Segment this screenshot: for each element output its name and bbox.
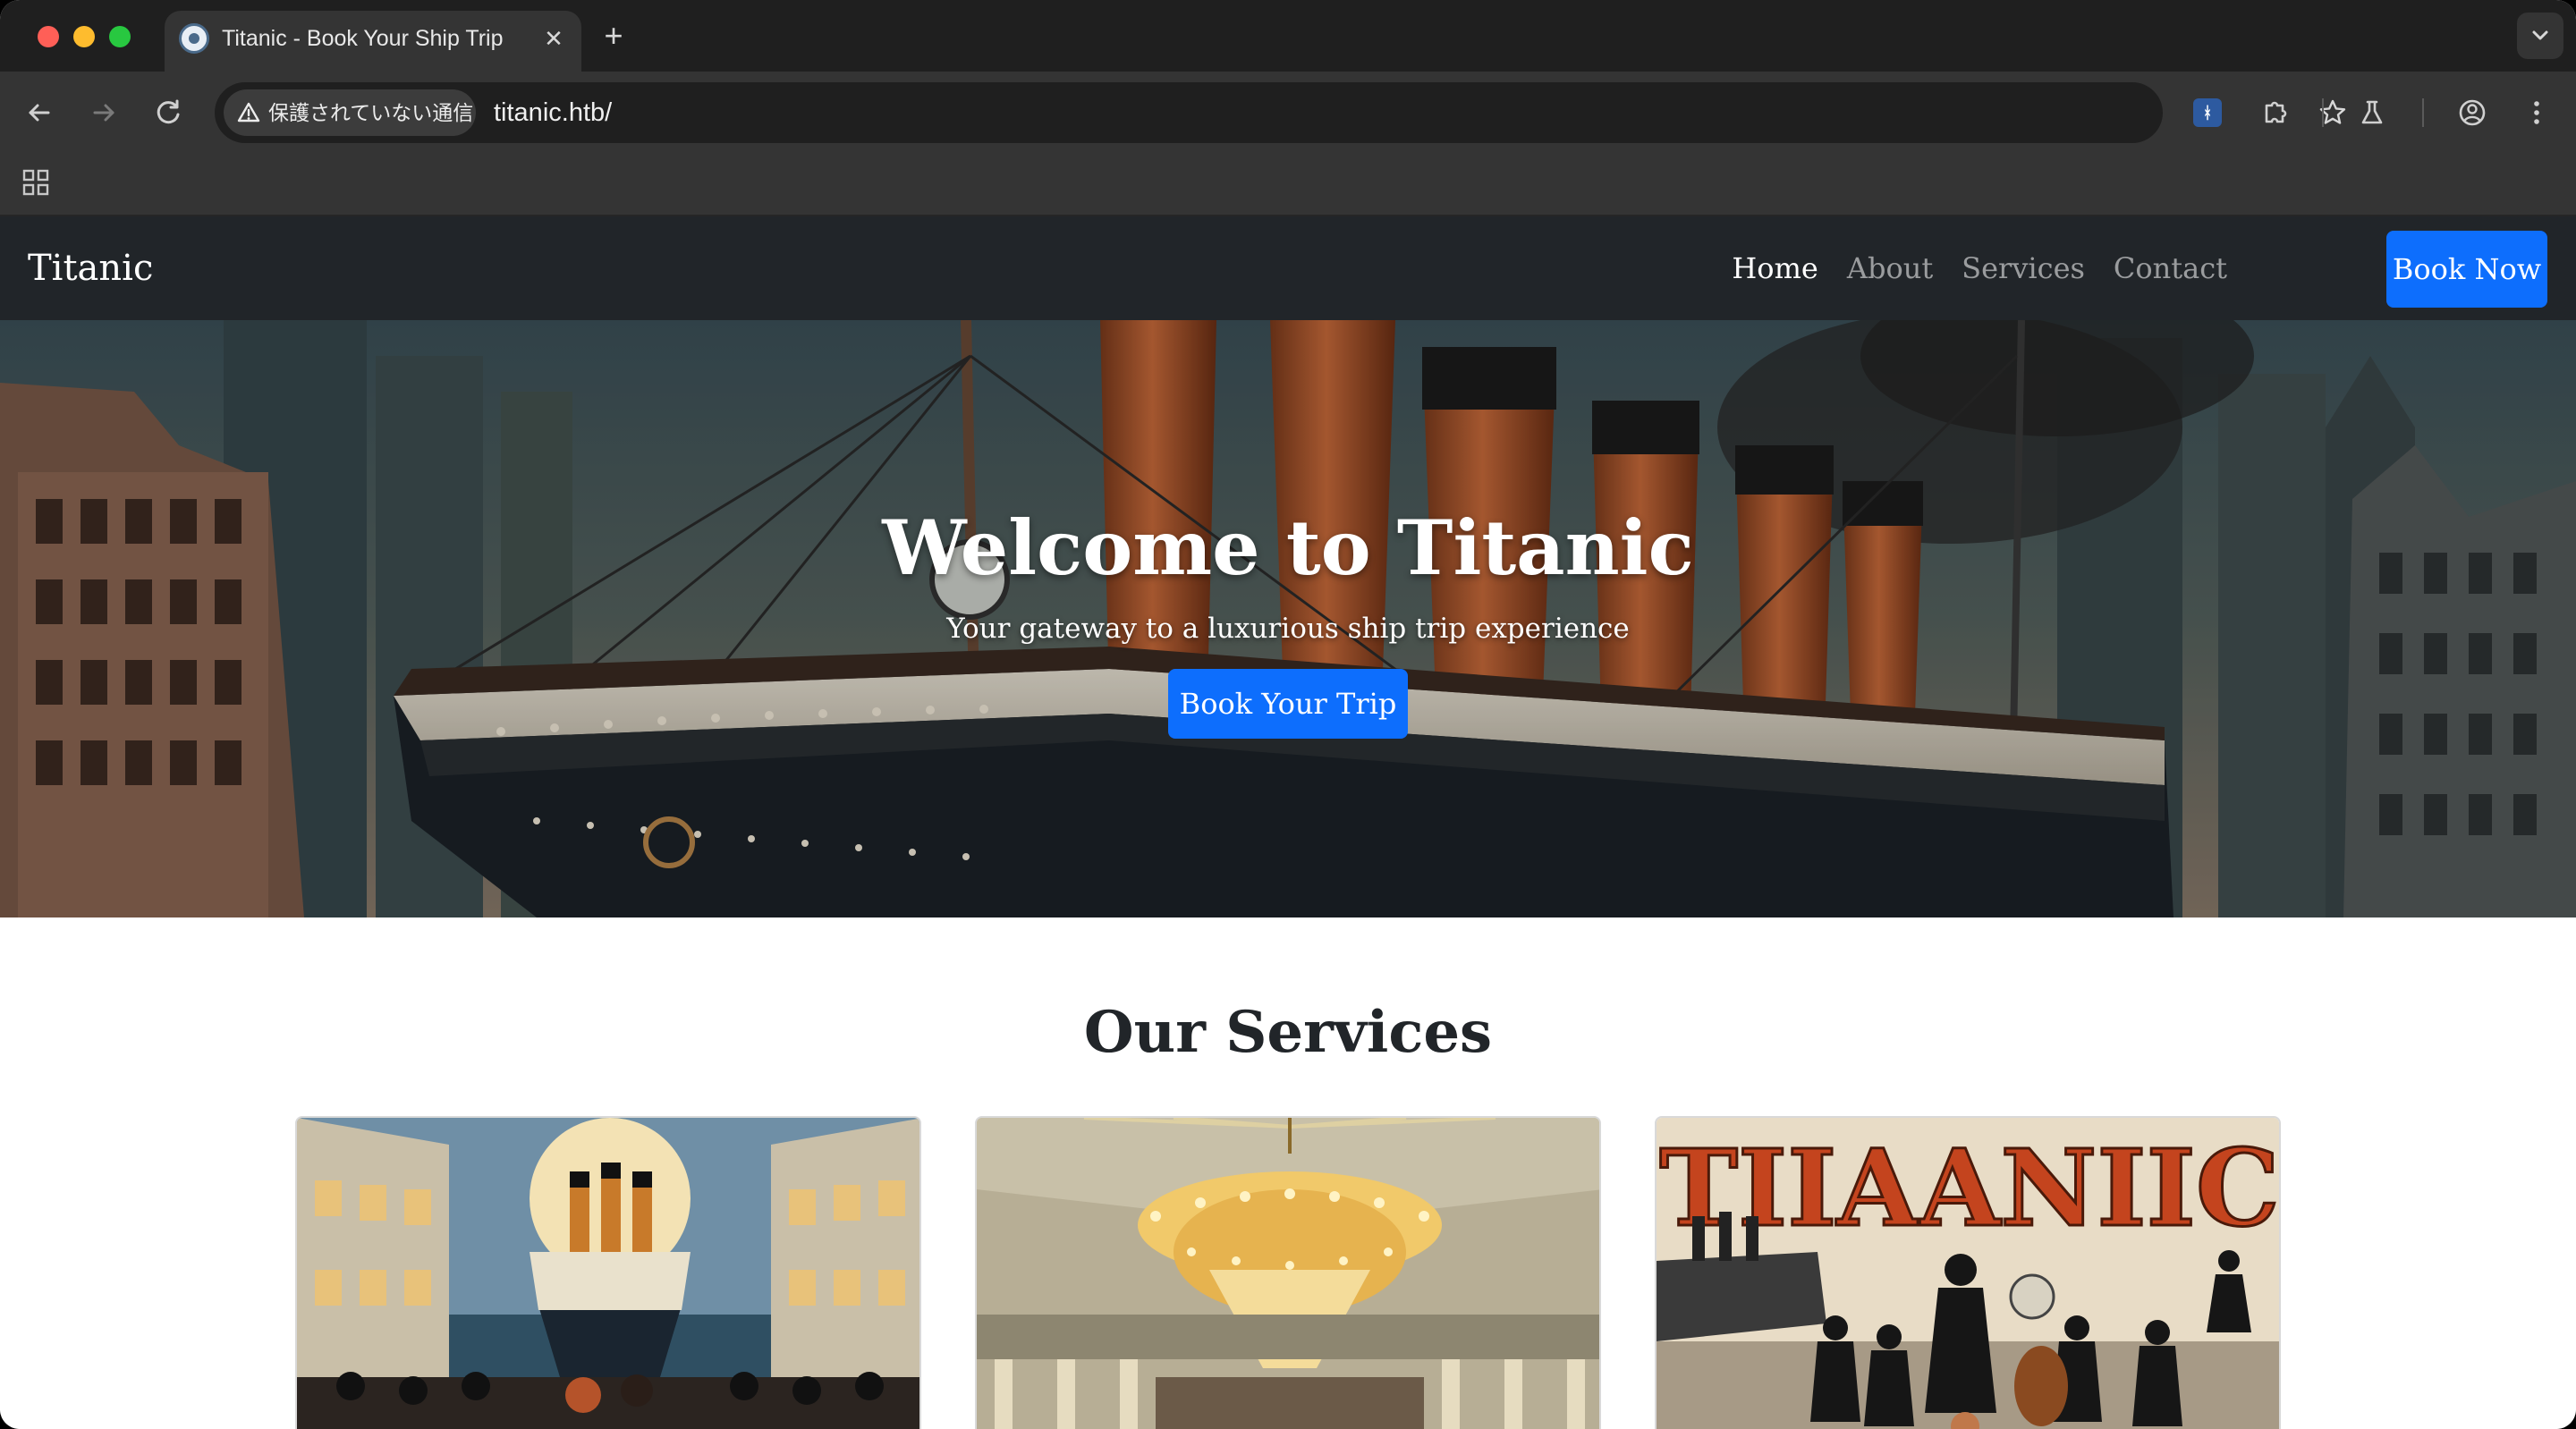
arrow-right-icon xyxy=(93,104,114,122)
new-tab-button[interactable]: + xyxy=(594,16,633,55)
nav-services[interactable]: Services xyxy=(1962,241,2085,295)
account-circle-icon xyxy=(2459,99,2486,126)
reload-button[interactable] xyxy=(147,91,190,134)
favicon-icon xyxy=(179,23,209,54)
toolbar-divider xyxy=(2322,98,2324,127)
tab-title: Titanic - Book Your Ship Trip xyxy=(222,26,504,51)
tab-strip: Titanic - Book Your Ship Trip ✕ + xyxy=(0,0,2576,72)
hero-subtitle: Your gateway to a luxurious ship trip ex… xyxy=(946,613,1630,645)
maximize-window-button[interactable] xyxy=(109,26,131,47)
address-bar[interactable]: 保護されていない通信 titanic.htb/ xyxy=(215,82,2346,143)
security-label: 保護されていない通信 xyxy=(268,101,474,124)
services-heading: Our Services xyxy=(1083,999,1493,1066)
labs-button[interactable] xyxy=(2351,91,2394,134)
site-navbar: Titanic Home About Services Contact Book… xyxy=(0,216,2576,320)
ship-entertainment-poster-image: TIIAANIIC xyxy=(1657,1118,2279,1429)
minimize-window-button[interactable] xyxy=(73,26,95,47)
bookmarks-bar xyxy=(0,154,2576,216)
browser-toolbar: 保護されていない通信 titanic.htb/ ᚼ xyxy=(0,72,2576,154)
close-window-button[interactable] xyxy=(38,26,59,47)
service-card-promenade[interactable] xyxy=(295,1116,921,1429)
tab-search-button[interactable] xyxy=(2517,13,2563,59)
apps-grid-icon[interactable] xyxy=(20,166,52,199)
security-indicator[interactable]: 保護されていない通信 xyxy=(224,89,476,136)
nav-about[interactable]: About xyxy=(1847,241,1933,295)
back-button[interactable] xyxy=(18,91,61,134)
site-brand[interactable]: Titanic xyxy=(28,241,153,295)
browser-window: Titanic - Book Your Ship Trip ✕ + 保護されてい… xyxy=(0,0,2576,1429)
url-text[interactable]: titanic.htb/ xyxy=(494,82,612,143)
book-now-button[interactable]: Book Now xyxy=(2386,231,2547,308)
service-card-ballroom[interactable] xyxy=(975,1116,1601,1429)
book-your-trip-button[interactable]: Book Your Trip xyxy=(1168,669,1408,739)
nav-contact[interactable]: Contact xyxy=(2114,241,2227,295)
reload-icon xyxy=(157,99,180,124)
arrow-left-icon xyxy=(29,104,50,122)
puzzle-icon xyxy=(2265,101,2287,123)
more-vertical-icon xyxy=(2534,101,2539,124)
chevron-down-icon xyxy=(2532,30,2548,40)
menu-button[interactable] xyxy=(2515,91,2558,134)
promenade-deck-poster-image xyxy=(297,1118,919,1429)
flask-icon xyxy=(2361,100,2383,124)
warning-triangle-icon xyxy=(237,102,260,123)
browser-tab-active[interactable]: Titanic - Book Your Ship Trip ✕ xyxy=(165,11,581,72)
extension-icon[interactable]: ᚼ xyxy=(2193,98,2222,127)
service-card-entertainment[interactable]: TIIAANIIC xyxy=(1655,1116,2281,1429)
hero-title: Welcome to Titanic xyxy=(882,503,1694,592)
nav-links: Home About Services Contact xyxy=(1732,241,2227,295)
hero-banner: Welcome to Titanic Your gateway to a lux… xyxy=(0,320,2576,917)
nav-home[interactable]: Home xyxy=(1732,241,1818,295)
extensions-button[interactable] xyxy=(2254,91,2297,134)
forward-button[interactable] xyxy=(82,91,125,134)
web-page: Titanic Home About Services Contact Book… xyxy=(0,216,2576,1429)
profile-button[interactable] xyxy=(2451,91,2494,134)
toolbar-divider xyxy=(2422,98,2424,127)
tab-close-icon[interactable]: ✕ xyxy=(537,21,571,55)
grand-ballroom-chandelier-image xyxy=(977,1118,1599,1429)
